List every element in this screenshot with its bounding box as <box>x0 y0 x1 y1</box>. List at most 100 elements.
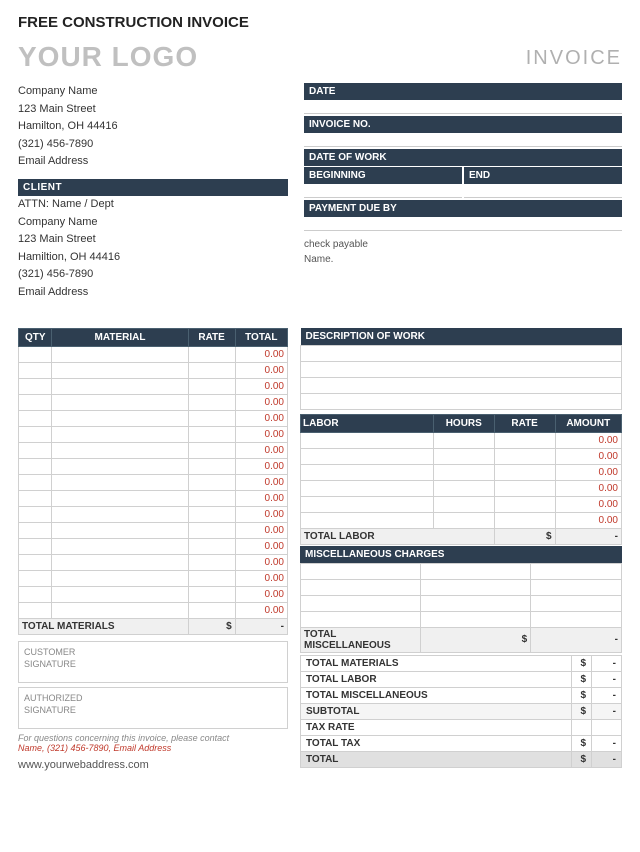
mat-material[interactable] <box>52 602 188 618</box>
mat-qty[interactable] <box>19 506 52 522</box>
table-row[interactable]: 0.00 <box>19 602 288 618</box>
misc-amount[interactable] <box>531 595 622 611</box>
mat-rate[interactable] <box>188 426 235 442</box>
table-row[interactable]: 0.00 <box>19 490 288 506</box>
table-row[interactable]: 0.00 <box>301 464 622 480</box>
mat-qty[interactable] <box>19 490 52 506</box>
table-row[interactable]: 0.00 <box>19 426 288 442</box>
mat-qty[interactable] <box>19 362 52 378</box>
mat-qty[interactable] <box>19 394 52 410</box>
labor-name[interactable] <box>301 512 434 528</box>
mat-material[interactable] <box>52 362 188 378</box>
labor-name[interactable] <box>301 448 434 464</box>
table-row[interactable]: 0.00 <box>301 448 622 464</box>
mat-total[interactable]: 0.00 <box>235 394 287 410</box>
payment-due-value[interactable] <box>304 217 622 231</box>
misc-desc[interactable] <box>301 579 421 595</box>
mat-rate[interactable] <box>188 554 235 570</box>
mat-material[interactable] <box>52 458 188 474</box>
end-value[interactable] <box>464 184 622 198</box>
mat-qty[interactable] <box>19 426 52 442</box>
table-row[interactable] <box>301 595 622 611</box>
mat-total[interactable]: 0.00 <box>235 538 287 554</box>
misc-amount[interactable] <box>531 579 622 595</box>
mat-qty[interactable] <box>19 442 52 458</box>
mat-material[interactable] <box>52 490 188 506</box>
mat-material[interactable] <box>52 442 188 458</box>
labor-hours[interactable] <box>433 480 494 496</box>
labor-name[interactable] <box>301 432 434 448</box>
mat-total[interactable]: 0.00 <box>235 570 287 586</box>
mat-material[interactable] <box>52 586 188 602</box>
table-row[interactable]: 0.00 <box>301 512 622 528</box>
mat-total[interactable]: 0.00 <box>235 490 287 506</box>
labor-name[interactable] <box>301 480 434 496</box>
mat-qty[interactable] <box>19 458 52 474</box>
table-row[interactable]: 0.00 <box>19 458 288 474</box>
mat-qty[interactable] <box>19 554 52 570</box>
mat-total[interactable]: 0.00 <box>235 474 287 490</box>
labor-amount[interactable]: 0.00 <box>555 480 621 496</box>
misc-col2[interactable] <box>421 563 531 579</box>
misc-desc[interactable] <box>301 611 421 627</box>
table-row[interactable] <box>301 611 622 627</box>
table-row[interactable]: 0.00 <box>19 570 288 586</box>
mat-rate[interactable] <box>188 346 235 362</box>
labor-name[interactable] <box>301 464 434 480</box>
mat-rate[interactable] <box>188 506 235 522</box>
labor-rate[interactable] <box>494 464 555 480</box>
mat-qty[interactable] <box>19 586 52 602</box>
table-row[interactable]: 0.00 <box>19 394 288 410</box>
mat-qty[interactable] <box>19 538 52 554</box>
labor-hours[interactable] <box>433 512 494 528</box>
mat-total[interactable]: 0.00 <box>235 554 287 570</box>
mat-material[interactable] <box>52 522 188 538</box>
table-row[interactable] <box>301 377 622 393</box>
misc-col2[interactable] <box>421 579 531 595</box>
mat-rate[interactable] <box>188 458 235 474</box>
table-row[interactable]: 0.00 <box>19 522 288 538</box>
labor-amount[interactable]: 0.00 <box>555 512 621 528</box>
mat-qty[interactable] <box>19 378 52 394</box>
mat-material[interactable] <box>52 506 188 522</box>
beginning-value[interactable] <box>304 184 462 198</box>
mat-material[interactable] <box>52 346 188 362</box>
mat-total[interactable]: 0.00 <box>235 426 287 442</box>
labor-hours[interactable] <box>433 496 494 512</box>
mat-rate[interactable] <box>188 378 235 394</box>
table-row[interactable]: 0.00 <box>19 538 288 554</box>
mat-material[interactable] <box>52 570 188 586</box>
mat-rate[interactable] <box>188 442 235 458</box>
mat-total[interactable]: 0.00 <box>235 346 287 362</box>
mat-qty[interactable] <box>19 522 52 538</box>
table-row[interactable] <box>301 579 622 595</box>
labor-rate[interactable] <box>494 512 555 528</box>
labor-amount[interactable]: 0.00 <box>555 496 621 512</box>
desc-row[interactable] <box>301 345 622 361</box>
table-row[interactable] <box>301 393 622 409</box>
mat-material[interactable] <box>52 378 188 394</box>
desc-row[interactable] <box>301 377 622 393</box>
labor-rate[interactable] <box>494 432 555 448</box>
table-row[interactable]: 0.00 <box>19 474 288 490</box>
table-row[interactable] <box>301 563 622 579</box>
desc-row[interactable] <box>301 361 622 377</box>
labor-rate[interactable] <box>494 480 555 496</box>
labor-amount[interactable]: 0.00 <box>555 448 621 464</box>
labor-amount[interactable]: 0.00 <box>555 464 621 480</box>
table-row[interactable]: 0.00 <box>19 554 288 570</box>
misc-amount[interactable] <box>531 563 622 579</box>
mat-rate[interactable] <box>188 522 235 538</box>
mat-total[interactable]: 0.00 <box>235 442 287 458</box>
mat-rate[interactable] <box>188 362 235 378</box>
table-row[interactable]: 0.00 <box>19 442 288 458</box>
table-row[interactable]: 0.00 <box>301 496 622 512</box>
misc-desc[interactable] <box>301 563 421 579</box>
table-row[interactable]: 0.00 <box>19 378 288 394</box>
mat-rate[interactable] <box>188 410 235 426</box>
mat-rate[interactable] <box>188 602 235 618</box>
mat-qty[interactable] <box>19 474 52 490</box>
mat-material[interactable] <box>52 554 188 570</box>
mat-total[interactable]: 0.00 <box>235 362 287 378</box>
labor-hours[interactable] <box>433 432 494 448</box>
